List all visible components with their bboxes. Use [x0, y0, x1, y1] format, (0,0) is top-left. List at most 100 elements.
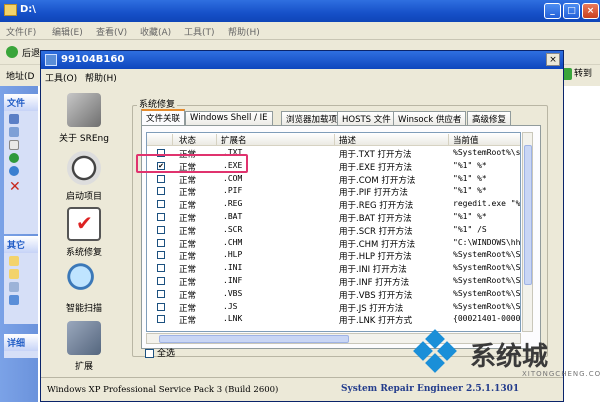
folder-icon[interactable] — [9, 269, 19, 279]
nav-label: 智能扫描 — [65, 304, 102, 314]
column-extension[interactable]: 扩展名 — [217, 134, 335, 146]
menu-view[interactable]: 查看(V) — [96, 25, 127, 38]
email-task-icon[interactable] — [9, 166, 19, 176]
tab-winsock[interactable]: Winsock 供应者 — [393, 111, 467, 125]
back-arrow-icon[interactable] — [6, 46, 18, 58]
network-icon[interactable] — [9, 295, 19, 305]
nav-about[interactable]: 关于 SREng — [44, 93, 124, 144]
row-checkbox[interactable] — [157, 200, 165, 209]
menu-edit[interactable]: 编辑(E) — [52, 25, 83, 38]
row-checkbox[interactable] — [157, 302, 165, 311]
tab-hosts-file[interactable]: HOSTS 文件 — [337, 111, 396, 125]
tab-advanced-repair[interactable]: 高级修复 — [467, 111, 512, 125]
tab-windows-shell-ie[interactable]: Windows Shell / IE — [185, 111, 273, 125]
close-button[interactable]: × — [582, 3, 599, 19]
menu-help[interactable]: 帮助(H) — [85, 71, 117, 84]
puzzle-plus-icon — [67, 321, 101, 355]
table-row[interactable]: 正常 .INI 用于.INI 打开方法 %SystemRoot%\System32\ — [147, 262, 520, 276]
row-checkbox[interactable] — [157, 277, 165, 285]
row-description: 用于.JS 打开方法 — [339, 303, 404, 314]
sreng-menu-bar: 工具(O) 帮助(H) — [41, 69, 563, 84]
go-label: 转到 — [574, 69, 593, 79]
folder-task-icon[interactable] — [9, 114, 19, 124]
row-status: 正常 — [179, 226, 197, 237]
row-checkbox[interactable] — [157, 264, 165, 273]
menu-favorites[interactable]: 收藏(A) — [140, 25, 171, 38]
row-description: 用于.LNK 打开方式 — [339, 316, 413, 327]
row-description: 用于.INI 打开方法 — [339, 265, 407, 276]
row-current-value: "C:\WINDOWS\hh.exe" %1 — [453, 237, 521, 247]
table-row[interactable]: 正常 .CHM 用于.CHM 打开方法 "C:\WINDOWS\hh.exe" %1 — [147, 237, 521, 250]
minimize-button[interactable]: _ — [544, 3, 561, 19]
row-extension: .INF — [223, 276, 243, 285]
column-checkbox[interactable] — [147, 134, 173, 145]
scrollbar-thumb[interactable] — [159, 335, 349, 343]
row-current-value: %SystemRoot%\System32\ — [453, 250, 521, 260]
copy-task-icon[interactable] — [9, 140, 19, 150]
row-checkbox[interactable] — [157, 174, 165, 183]
tab-file-association[interactable]: 文件关联 — [141, 109, 186, 126]
table-row[interactable]: 正常 .BAT 用于.BAT 打开方法 "%1" %* — [147, 211, 520, 224]
menu-tools[interactable]: 工具(O) — [45, 71, 77, 84]
task-section-header[interactable]: 其它 — [4, 236, 38, 253]
nav-smart-scan[interactable]: 智能扫描 — [44, 263, 124, 314]
clock-icon — [67, 151, 101, 185]
row-checkbox[interactable] — [157, 289, 165, 298]
os-version-text: Windows XP Professional Service Pack 3 (… — [47, 385, 279, 395]
vertical-scrollbar[interactable] — [522, 132, 533, 332]
row-checkbox[interactable] — [157, 315, 165, 324]
go-button[interactable]: 转到 — [560, 66, 592, 80]
row-description: 用于.CHM 打开方法 — [339, 239, 416, 250]
row-status: 正常 — [179, 239, 197, 250]
table-row[interactable]: 正常 .PIF 用于.PIF 打开方法 "%1" %* — [147, 185, 520, 199]
scrollbar-thumb[interactable] — [524, 145, 532, 285]
nav-extensions[interactable]: 扩展 — [44, 321, 124, 372]
table-row[interactable]: 正常 .HLP 用于.HLP 打开方法 %SystemRoot%\System32\ — [147, 249, 521, 262]
row-status: 正常 — [179, 188, 197, 199]
row-description: 用于.PIF 打开方法 — [339, 188, 408, 199]
row-checkbox[interactable] — [157, 225, 165, 234]
task-section-details: 详细 — [4, 334, 38, 358]
table-row[interactable]: 正常 .SCR 用于.SCR 打开方法 "%1" /S — [147, 224, 520, 237]
table-row[interactable]: 正常 .REG 用于.REG 打开方法 regedit.exe "%1" — [147, 198, 520, 211]
move-task-icon[interactable] — [9, 127, 19, 137]
select-all-checkbox[interactable]: 全选 — [145, 346, 175, 359]
row-checkbox[interactable] — [157, 238, 165, 247]
menu-help[interactable]: 帮助(H) — [228, 25, 260, 38]
row-checkbox[interactable] — [157, 213, 165, 221]
table-row[interactable]: 正常 .COM 用于.COM 打开方法 "%1" %* — [147, 173, 520, 186]
column-description[interactable]: 描述 — [335, 134, 449, 146]
nav-system-repair[interactable]: 系统修复 — [44, 207, 124, 258]
row-checkbox[interactable] — [157, 251, 165, 260]
checklist-icon — [67, 207, 101, 241]
task-section-header[interactable]: 文件 — [4, 94, 38, 111]
web-task-icon[interactable] — [9, 153, 19, 163]
menu-file[interactable]: 文件(F) — [6, 25, 36, 38]
menu-tools[interactable]: 工具(T) — [184, 25, 215, 38]
horizontal-scrollbar[interactable] — [146, 333, 521, 344]
row-status: 正常 — [179, 175, 197, 186]
delete-icon[interactable]: ✕ — [9, 179, 21, 195]
back-button-label[interactable]: 后退 — [22, 46, 40, 59]
row-extension: .INI — [223, 263, 243, 273]
table-row[interactable]: 正常 .INF 用于.INF 打开方法 %SystemRoot%\System32\ — [147, 275, 520, 288]
nav-startup[interactable]: 启动项目 — [44, 151, 124, 202]
row-extension: .REG — [223, 199, 243, 209]
checkbox[interactable] — [145, 349, 154, 358]
exe-row-highlight — [136, 154, 248, 173]
maximize-button[interactable]: □ — [563, 3, 580, 19]
table-row[interactable]: 正常 .LNK 用于.LNK 打开方式 {00021401-0000-0000-C0 — [147, 313, 520, 327]
tab-browser-addons[interactable]: 浏览器加载项 — [281, 111, 343, 125]
column-status[interactable]: 状态 — [173, 134, 217, 146]
table-row[interactable]: 正常 .JS 用于.JS 打开方法 %SystemRoot%\System32\ — [147, 301, 520, 314]
folder-icon[interactable] — [9, 256, 19, 266]
computer-icon[interactable] — [9, 282, 19, 292]
task-section-header[interactable]: 详细 — [4, 334, 38, 351]
table-row[interactable]: 正常 .VBS 用于.VBS 打开方法 %SystemRoot%\System32\ — [147, 288, 520, 301]
dialog-close-button[interactable]: × — [546, 53, 560, 66]
row-checkbox[interactable] — [157, 187, 165, 196]
nav-label: 扩展 — [74, 362, 93, 372]
row-description: 用于.EXE 打开方法 — [339, 162, 412, 173]
column-current-value[interactable]: 当前值 — [449, 134, 520, 146]
explorer-title-bar: D:\ _ □ × — [0, 0, 600, 22]
